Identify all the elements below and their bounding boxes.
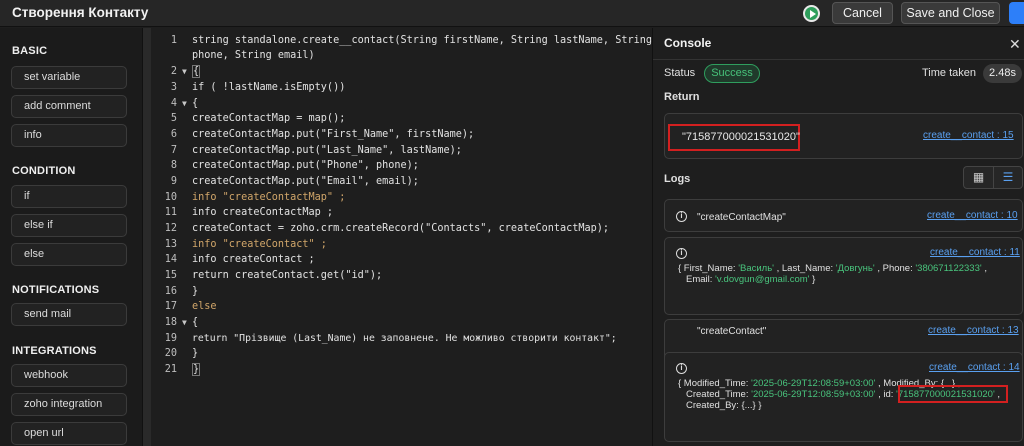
line-number: 8 <box>170 160 177 171</box>
line-number: 17 <box>164 301 177 312</box>
code-line[interactable]: } <box>192 363 201 376</box>
return-label: Return <box>664 91 700 103</box>
line-number: 20 <box>164 348 177 359</box>
primary-action-button[interactable] <box>1009 2 1024 24</box>
save-and-close-button[interactable]: Save and Close <box>901 2 1000 24</box>
code-editor[interactable]: 1 string standalone.create__contact(Stri… <box>151 28 652 446</box>
code-line[interactable]: if ( !lastName.isEmpty()) <box>192 82 345 93</box>
code-line[interactable]: } <box>192 348 198 359</box>
grid-view-icon[interactable]: ▦ <box>964 167 994 188</box>
line-number: 9 <box>170 176 177 187</box>
console-panel: Console ✕ Status Success Time taken 2.48… <box>652 28 1024 446</box>
info-icon: i <box>676 211 687 222</box>
divider <box>653 59 1024 60</box>
line-number: 15 <box>164 270 177 281</box>
log-source-link[interactable]: create__contact : 14 <box>929 362 1020 373</box>
line-number: 12 <box>164 223 177 234</box>
line-number: 1 <box>170 35 177 46</box>
page-title: Створення Контакту <box>12 5 149 20</box>
time-label: Time taken <box>922 67 977 79</box>
log-map-line: { First_Name: 'Василь' , Last_Name: 'Дов… <box>678 263 987 274</box>
line-number: 19 <box>164 333 177 344</box>
top-bar: Створення Контакту Cancel Save and Close <box>0 0 1024 27</box>
sidebar-item-info[interactable]: info <box>11 124 127 147</box>
code-line[interactable]: else <box>192 301 217 312</box>
fold-toggle[interactable]: ▼ <box>182 318 187 327</box>
line-number: 2 <box>170 66 177 77</box>
section-basic: BASIC <box>12 45 48 57</box>
code-line[interactable]: createContactMap.put("Email", email); <box>192 176 419 187</box>
return-value: "715877000021531020" <box>668 124 800 151</box>
code-line[interactable]: info "createContact" ; <box>192 239 327 250</box>
return-source-link[interactable]: create__contact : 15 <box>923 130 1014 141</box>
line-number: 6 <box>170 129 177 140</box>
list-view-icon[interactable]: ☰ <box>994 167 1022 188</box>
info-icon: i <box>676 363 687 374</box>
line-number: 7 <box>170 145 177 156</box>
code-line[interactable]: info "createContactMap" ; <box>192 192 345 203</box>
line-number: 4 <box>170 98 177 109</box>
code-line[interactable]: return "Прізвище (Last_Name) не заповнен… <box>192 333 617 344</box>
fold-toggle[interactable]: ▼ <box>182 99 187 108</box>
sidebar: BASIC set variable add comment info COND… <box>0 28 143 446</box>
fold-toggle[interactable]: ▼ <box>182 67 187 76</box>
log-source-link[interactable]: create__contact : 11 <box>930 247 1020 258</box>
line-number: 11 <box>164 207 177 218</box>
sidebar-item-if[interactable]: if <box>11 185 127 208</box>
code-line[interactable]: { <box>192 317 198 328</box>
code-line[interactable]: createContact = zoho.crm.createRecord("C… <box>192 223 609 234</box>
line-number: 5 <box>170 113 177 124</box>
code-line[interactable]: info createContact ; <box>192 254 315 265</box>
section-notifications: NOTIFICATIONS <box>12 284 100 296</box>
console-title: Console <box>664 36 712 50</box>
log-message: "createContact" <box>697 326 767 337</box>
code-line[interactable]: createContactMap.put("Last_Name", lastNa… <box>192 145 462 156</box>
logs-label: Logs <box>664 173 691 185</box>
sidebar-item-open-url[interactable]: open url <box>11 422 127 445</box>
line-number: 13 <box>164 239 177 250</box>
resize-handle[interactable] <box>143 28 151 446</box>
line-number: 3 <box>170 82 177 93</box>
code-line[interactable]: { <box>192 98 198 109</box>
code-line[interactable]: } <box>192 286 198 297</box>
info-icon: i <box>676 248 687 259</box>
close-icon[interactable]: ✕ <box>1009 36 1024 52</box>
log-message: "createContactMap" <box>697 212 786 223</box>
code-line[interactable]: info createContactMap ; <box>192 207 333 218</box>
section-integrations: INTEGRATIONS <box>12 345 97 357</box>
play-circle-icon[interactable] <box>803 5 820 22</box>
code-line[interactable]: phone, String email) <box>192 50 315 61</box>
sidebar-item-add-comment[interactable]: add comment <box>11 95 127 118</box>
sidebar-item-set-variable[interactable]: set variable <box>11 66 127 89</box>
code-line[interactable]: createContactMap.put("Phone", phone); <box>192 160 419 171</box>
time-badge: 2.48s <box>983 64 1022 83</box>
sidebar-item-send-mail[interactable]: send mail <box>11 303 127 326</box>
log-map-line: Created_By: {...} } <box>686 400 762 411</box>
log-source-link[interactable]: create__contact : 10 <box>927 210 1018 221</box>
line-number: 21 <box>164 364 177 375</box>
sidebar-item-webhook[interactable]: webhook <box>11 364 127 387</box>
log-map-line: Email: 'v.dovgun@gmail.com' } <box>686 274 816 285</box>
matched-bracket: } <box>192 363 201 376</box>
line-number: 16 <box>164 286 177 297</box>
log-source-link[interactable]: create__contact : 13 <box>928 325 1019 336</box>
code-line[interactable]: createContactMap = map(); <box>192 113 345 124</box>
sidebar-item-zoho-integration[interactable]: zoho integration <box>11 393 127 416</box>
cancel-button[interactable]: Cancel <box>832 2 893 24</box>
code-line[interactable]: { <box>192 65 201 78</box>
view-toggle: ▦ ☰ <box>963 166 1023 189</box>
status-badge: Success <box>704 64 760 83</box>
sidebar-item-else-if[interactable]: else if <box>11 214 127 237</box>
sidebar-item-else[interactable]: else <box>11 243 127 266</box>
line-number: 10 <box>164 192 177 203</box>
status-label: Status <box>664 67 696 79</box>
line-number: 18 <box>164 317 177 328</box>
code-line[interactable]: createContactMap.put("First_Name", first… <box>192 129 474 140</box>
code-line[interactable]: return createContact.get("id"); <box>192 270 382 281</box>
matched-bracket: { <box>192 65 201 78</box>
highlight-box <box>898 385 1008 403</box>
line-number: 14 <box>164 254 177 265</box>
code-line[interactable]: string standalone.create__contact(String… <box>192 35 652 46</box>
section-condition: CONDITION <box>12 165 76 177</box>
